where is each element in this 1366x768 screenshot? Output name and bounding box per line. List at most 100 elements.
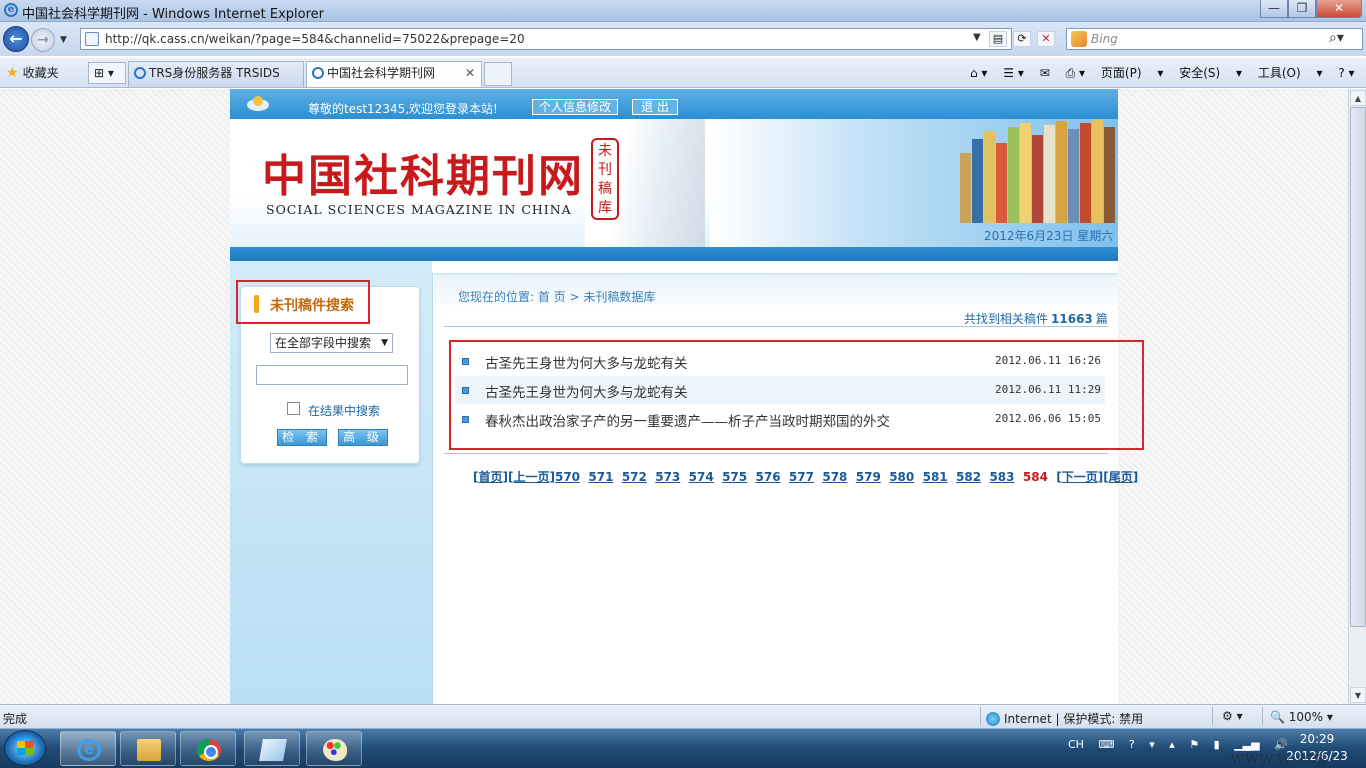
- close-window-button[interactable]: ✕: [1316, 0, 1362, 18]
- settings-tray-icon[interactable]: ▾: [1149, 738, 1155, 751]
- result-count-prefix: 共找到相关稿件: [964, 312, 1049, 326]
- favorites-button[interactable]: ★ 收藏夹: [6, 64, 59, 81]
- recent-pages-dropdown-icon[interactable]: ▼: [60, 35, 67, 45]
- globe-icon: [986, 712, 1000, 726]
- divider: [444, 326, 1108, 327]
- zoom-control[interactable]: 🔍 100% ▾: [1270, 710, 1333, 724]
- keyboard-icon[interactable]: ⌨: [1098, 738, 1114, 751]
- quick-tabs-button[interactable]: ⊞ ▾: [88, 62, 126, 84]
- forward-button[interactable]: →: [31, 28, 55, 52]
- page-link[interactable]: 577: [789, 470, 814, 484]
- mail-icon[interactable]: ✉: [1040, 66, 1050, 80]
- advanced-search-button[interactable]: 高 级: [338, 429, 388, 446]
- page-link[interactable]: 578: [822, 470, 847, 484]
- tab-label: TRS身份服务器 TRSIDS: [149, 66, 280, 80]
- device-icon[interactable]: ▮: [1214, 738, 1220, 751]
- taskbar-paint-button[interactable]: [306, 731, 362, 766]
- current-page: 584: [1022, 470, 1048, 484]
- internet-explorer-icon: e: [77, 739, 101, 761]
- windows-logo-icon: [17, 741, 33, 755]
- page-link[interactable]: 583: [989, 470, 1014, 484]
- page-link[interactable]: 570: [555, 470, 580, 484]
- stop-icon[interactable]: ✕: [1037, 31, 1055, 47]
- keyword-input[interactable]: [256, 365, 408, 385]
- prev-page-link[interactable]: 上一页: [513, 470, 549, 484]
- tab-cass[interactable]: 中国社会科学期刊网 ✕: [306, 61, 482, 87]
- home-icon[interactable]: ⌂ ▾: [970, 66, 987, 80]
- search-in-results-label[interactable]: 在结果中搜索: [308, 402, 380, 419]
- taskbar-ie-button[interactable]: e: [60, 731, 116, 766]
- watermark: www.w org: [1230, 748, 1327, 768]
- logout-button[interactable]: 退 出: [632, 99, 678, 115]
- page-menu[interactable]: 页面(P) ▾: [1101, 66, 1163, 80]
- refresh-icon[interactable]: ⟳: [1013, 31, 1031, 47]
- address-url[interactable]: http://qk.cass.cn/weikan/?page=584&chann…: [105, 32, 525, 46]
- seal-stamp: 未刊稿库: [591, 138, 619, 220]
- help-icon[interactable]: ? ▾: [1338, 66, 1354, 80]
- show-hidden-icons[interactable]: ▴: [1169, 738, 1175, 751]
- page-link[interactable]: 581: [923, 470, 948, 484]
- last-page-link[interactable]: 尾页: [1109, 470, 1133, 484]
- page-link[interactable]: 582: [956, 470, 981, 484]
- window-title: 中国社会科学期刊网 - Windows Internet Explorer: [22, 7, 324, 22]
- help-tray-icon[interactable]: ?: [1129, 738, 1135, 751]
- new-tab-button[interactable]: [484, 62, 512, 86]
- taskbar-chrome-button[interactable]: [180, 731, 236, 766]
- feeds-icon[interactable]: ☰ ▾: [1003, 66, 1024, 80]
- security-zone-text: Internet | 保护模式: 禁用: [1004, 712, 1144, 726]
- scroll-down-icon[interactable]: ▼: [1350, 687, 1366, 703]
- search-button[interactable]: 检 索: [277, 429, 327, 446]
- page-link[interactable]: 579: [856, 470, 881, 484]
- scroll-thumb[interactable]: [1350, 107, 1366, 627]
- page-link[interactable]: 573: [655, 470, 680, 484]
- print-icon[interactable]: ⎙ ▾: [1066, 66, 1085, 80]
- security-zone[interactable]: Internet | 保护模式: 禁用: [986, 710, 1143, 727]
- welcome-text: 尊敬的test12345,欢迎您登录本站!: [308, 102, 498, 116]
- page-link[interactable]: 574: [689, 470, 714, 484]
- next-page-link[interactable]: 下一页: [1062, 470, 1098, 484]
- address-dropdown-icon[interactable]: ▼: [973, 32, 981, 43]
- search-field-select[interactable]: 在全部字段中搜索 ▼: [270, 333, 393, 353]
- popup-settings-icon[interactable]: ⚙ ▾: [1222, 709, 1243, 723]
- maximize-button[interactable]: ❐: [1288, 0, 1316, 18]
- vertical-scrollbar[interactable]: ▲ ▼: [1348, 89, 1366, 704]
- search-placeholder[interactable]: Bing: [1091, 32, 1118, 46]
- paint-palette-icon: [323, 739, 347, 761]
- first-page-link[interactable]: 首页: [478, 470, 502, 484]
- scroll-up-icon[interactable]: ▲: [1350, 90, 1366, 106]
- page-link[interactable]: 580: [889, 470, 914, 484]
- page-link[interactable]: 576: [756, 470, 781, 484]
- result-count-suffix: 篇: [1095, 312, 1108, 326]
- close-tab-icon[interactable]: ✕: [465, 62, 475, 84]
- cloud-icon: [247, 96, 269, 111]
- tab-trsids[interactable]: TRS身份服务器 TRSIDS: [128, 61, 304, 87]
- window-title-bar[interactable]: e 中国社会科学期刊网 - Windows Internet Explorer: [0, 0, 1366, 22]
- site-subtitle: SOCIAL SCIENCES MAGAZINE IN CHINA: [266, 202, 572, 217]
- search-in-results-checkbox[interactable]: [287, 402, 300, 415]
- language-indicator[interactable]: CH: [1068, 738, 1084, 751]
- search-box[interactable]: Bing ⌕▾: [1066, 28, 1363, 50]
- status-bar: 完成 Internet | 保护模式: 禁用 ⚙ ▾ 🔍 100% ▾: [0, 704, 1366, 728]
- taskbar-notes-button[interactable]: [244, 731, 300, 766]
- minimize-button[interactable]: —: [1260, 0, 1288, 18]
- search-icon[interactable]: ⌕▾: [1329, 30, 1344, 46]
- page-menu-label: 页面(P): [1100, 66, 1142, 80]
- safety-menu[interactable]: 安全(S) ▾: [1179, 66, 1242, 80]
- current-date: 2012年6月23日 星期六: [984, 229, 1114, 243]
- flag-icon[interactable]: ⚑: [1189, 738, 1199, 751]
- edit-profile-button[interactable]: 个人信息修改: [532, 99, 618, 115]
- page-link[interactable]: 572: [622, 470, 647, 484]
- page-link[interactable]: 571: [588, 470, 613, 484]
- page-link[interactable]: 575: [722, 470, 747, 484]
- star-icon: ★: [6, 65, 19, 81]
- status-text: 完成: [3, 712, 28, 726]
- back-button[interactable]: ←: [3, 26, 29, 52]
- breadcrumb[interactable]: 您现在的位置: 首 页 > 未刊稿数据库: [458, 288, 655, 305]
- taskbar-explorer-button[interactable]: [120, 731, 176, 766]
- tools-menu[interactable]: 工具(O) ▾: [1258, 66, 1323, 80]
- address-bar[interactable]: http://qk.cass.cn/weikan/?page=584&chann…: [80, 28, 1055, 50]
- compatibility-view-icon[interactable]: ▤: [989, 31, 1007, 47]
- start-button[interactable]: [4, 730, 46, 766]
- ie-tab-icon: [312, 67, 324, 79]
- chrome-icon: [197, 739, 221, 761]
